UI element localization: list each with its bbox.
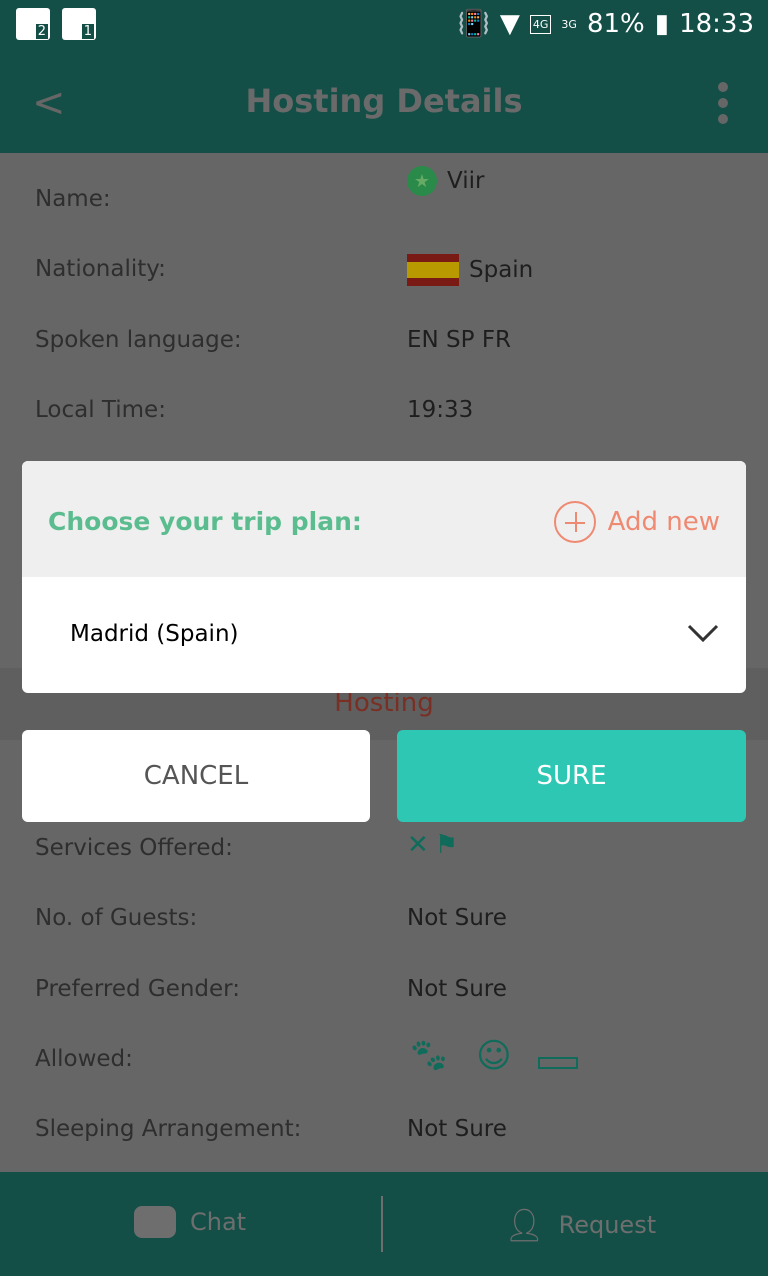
- wifi-icon: ▼: [499, 9, 520, 39]
- name-label: Name:: [35, 186, 111, 212]
- local-time-label: Local Time:: [35, 397, 166, 423]
- guests-label: No. of Guests:: [35, 905, 198, 931]
- local-time-value: 19:33: [407, 397, 474, 423]
- gender-label: Preferred Gender:: [35, 976, 240, 1002]
- clock: 18:33: [679, 9, 754, 39]
- page-title: Hosting Details: [245, 82, 523, 120]
- battery-icon: ▮: [654, 9, 670, 39]
- cancel-button[interactable]: CANCEL: [22, 730, 370, 822]
- dialog-title: Choose your trip plan:: [48, 507, 362, 536]
- guests-value: Not Sure: [407, 905, 507, 931]
- vibrate-icon: 📳: [457, 9, 490, 39]
- battery-percent: 81%: [586, 9, 645, 39]
- allowed-value: 🐾︎ ☺: [407, 1036, 578, 1076]
- sleeping-value: Not Sure: [407, 1116, 507, 1142]
- sure-button[interactable]: SURE: [397, 730, 746, 822]
- spain-flag-icon: [407, 254, 459, 286]
- divider: [381, 1196, 383, 1252]
- language-value: EN SP FR: [407, 327, 512, 353]
- chevron-down-icon: [687, 624, 719, 643]
- smoking-icon: [537, 1057, 578, 1069]
- paw-icon: 🐾︎: [407, 1036, 451, 1076]
- sleeping-label: Sleeping Arrangement:: [35, 1116, 302, 1142]
- add-new-button[interactable]: Add new: [553, 501, 720, 543]
- signal-icon: 3G: [561, 17, 577, 31]
- trip-plan-dialog: Choose your trip plan: Add new Madrid (S…: [22, 461, 746, 693]
- allowed-label: Allowed:: [35, 1046, 133, 1072]
- plus-circle-icon: [553, 501, 596, 543]
- voicemail-icon: 2: [16, 8, 50, 40]
- utensils-icon: ✕: [407, 830, 429, 860]
- guide-icon: ⚑: [434, 830, 459, 860]
- bottom-nav: Chat 👤︎ Request: [0, 1172, 768, 1276]
- selected-trip-plan: Madrid (Spain): [70, 621, 239, 647]
- chat-icon: [134, 1206, 176, 1238]
- chat-button[interactable]: Chat: [134, 1206, 246, 1238]
- app-bar: < Hosting Details: [0, 52, 768, 153]
- request-user-icon: 👤︎: [504, 1206, 545, 1244]
- request-button[interactable]: 👤︎ Request: [504, 1206, 656, 1244]
- nationality-label: Nationality:: [35, 256, 166, 282]
- more-options-icon[interactable]: [718, 82, 728, 130]
- language-label: Spoken language:: [35, 327, 242, 353]
- signal-icon: 4G: [529, 14, 552, 34]
- status-bar: 2 1 📳 ▼ 4G 3G 81% ▮ 18:33: [0, 0, 768, 52]
- services-value: ✕ ⚑: [407, 830, 458, 860]
- baby-icon: ☺: [476, 1036, 512, 1076]
- name-value: ★ Viir: [407, 166, 484, 196]
- services-label: Services Offered:: [35, 835, 233, 861]
- nationality-value: Spain: [407, 254, 533, 286]
- gender-value: Not Sure: [407, 976, 507, 1002]
- verified-badge-icon: ★: [407, 166, 437, 196]
- voicemail-icon: 1: [62, 8, 96, 40]
